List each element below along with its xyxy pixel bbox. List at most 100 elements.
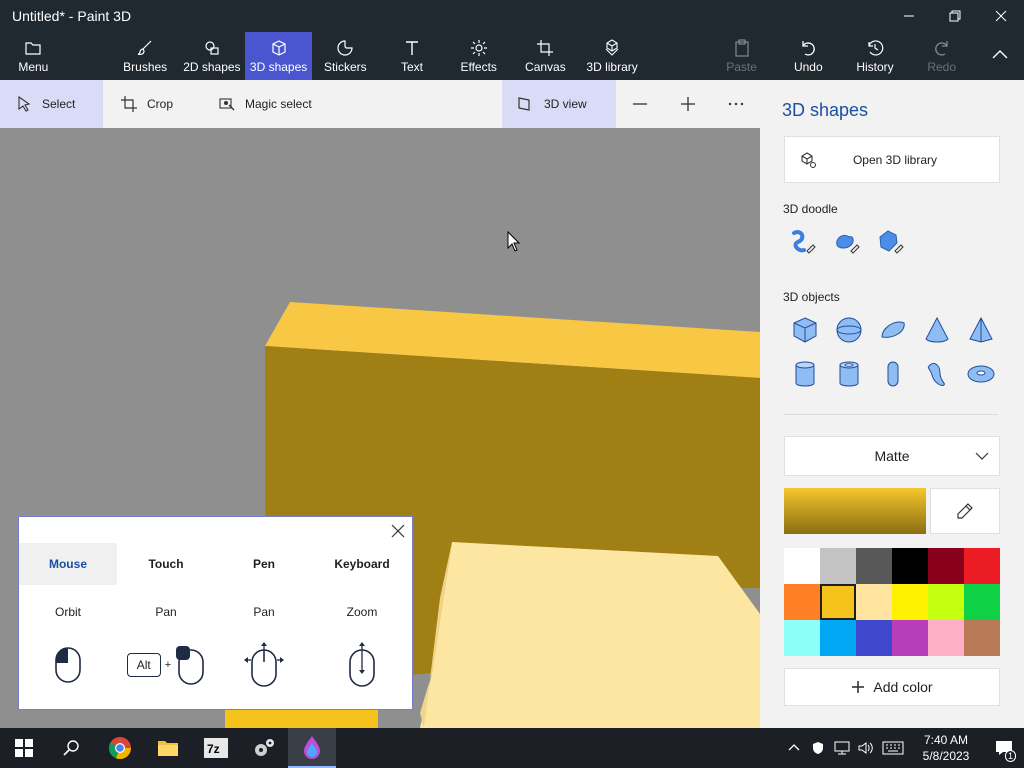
restore-button[interactable] xyxy=(932,0,978,32)
network-tray-icon[interactable] xyxy=(830,728,854,768)
text-tab[interactable]: Text xyxy=(379,32,446,80)
history-button[interactable]: History xyxy=(842,32,909,80)
zoom-out-button[interactable] xyxy=(616,80,664,128)
paste-button[interactable]: Paste xyxy=(708,32,775,80)
current-color-swatch[interactable] xyxy=(784,488,926,534)
color-swatch[interactable] xyxy=(928,584,964,620)
color-swatch[interactable] xyxy=(892,584,928,620)
effects-tab[interactable]: Effects xyxy=(445,32,512,80)
3d-view-toggle[interactable]: 3D view xyxy=(502,80,616,128)
capsule-button[interactable] xyxy=(871,352,915,396)
tube-doodle-button[interactable] xyxy=(868,220,912,264)
color-swatch[interactable] xyxy=(784,620,820,656)
tube-icon xyxy=(839,361,859,387)
volume-tray-icon[interactable] xyxy=(854,728,878,768)
color-swatch[interactable] xyxy=(928,548,964,584)
show-hidden-icons-button[interactable] xyxy=(782,728,806,768)
7zip-taskbar-button[interactable]: 7z xyxy=(192,728,240,768)
pale-box-top[interactable] xyxy=(420,542,760,728)
panel-title: 3D shapes xyxy=(782,100,869,120)
pyramid-button[interactable] xyxy=(959,308,1003,352)
hemisphere-icon xyxy=(881,321,905,338)
select-tool[interactable]: Select xyxy=(0,80,103,128)
color-swatch[interactable] xyxy=(964,548,1000,584)
color-swatch[interactable] xyxy=(784,584,820,620)
sphere-button[interactable] xyxy=(827,308,871,352)
defender-tray-icon[interactable] xyxy=(806,728,830,768)
search-button[interactable] xyxy=(48,728,96,768)
magic-select-tool[interactable]: Magic select xyxy=(203,80,343,128)
color-swatch[interactable] xyxy=(928,620,964,656)
start-button[interactable] xyxy=(0,728,48,768)
brush-icon xyxy=(137,40,152,55)
cube-icon xyxy=(793,317,817,343)
shield-icon xyxy=(813,742,823,754)
paint3d-taskbar-button[interactable] xyxy=(288,728,336,768)
minimize-button[interactable] xyxy=(886,0,932,32)
file-explorer-taskbar-button[interactable] xyxy=(144,728,192,768)
redo-button[interactable]: Redo xyxy=(908,32,975,80)
doodle-tools xyxy=(780,220,920,264)
color-swatch[interactable] xyxy=(856,584,892,620)
help-tab-mouse[interactable]: Mouse xyxy=(19,543,117,585)
alt-key-icon: Alt xyxy=(126,653,161,677)
undo-button[interactable]: Undo xyxy=(775,32,842,80)
hemisphere-button[interactable] xyxy=(871,308,915,352)
color-swatch[interactable] xyxy=(856,548,892,584)
action-center-button[interactable]: 1 xyxy=(984,728,1024,768)
color-swatch[interactable] xyxy=(856,620,892,656)
sharp-edge-doodle-button[interactable] xyxy=(780,220,824,264)
zoom-in-button[interactable] xyxy=(664,80,712,128)
keyboard-tray-icon[interactable] xyxy=(878,728,908,768)
3d-shapes-tab[interactable]: 3D shapes xyxy=(245,32,312,80)
stickers-tab[interactable]: Stickers xyxy=(312,32,379,80)
material-dropdown[interactable]: Matte xyxy=(784,436,1000,476)
help-close-button[interactable] xyxy=(388,521,408,541)
color-swatch[interactable] xyxy=(820,548,856,584)
color-swatch[interactable] xyxy=(964,584,1000,620)
plus-sign: + xyxy=(164,659,172,671)
cube-button[interactable] xyxy=(783,308,827,352)
material-value: Matte xyxy=(874,448,910,464)
small-box[interactable] xyxy=(225,708,378,728)
close-button[interactable] xyxy=(978,0,1024,32)
color-swatch[interactable] xyxy=(892,620,928,656)
clock[interactable]: 7:40 AM 5/8/2023 xyxy=(908,732,984,764)
add-color-button[interactable]: Add color xyxy=(784,668,1000,706)
help-tab-keyboard[interactable]: Keyboard xyxy=(313,543,411,585)
color-swatch[interactable] xyxy=(820,584,856,620)
open-3d-library-button[interactable]: Open 3D library xyxy=(784,136,1000,183)
help-tab-pen[interactable]: Pen xyxy=(215,543,313,585)
cone-button[interactable] xyxy=(915,308,959,352)
color-swatch[interactable] xyxy=(784,548,820,584)
help-tab-touch[interactable]: Touch xyxy=(117,543,215,585)
color-swatch[interactable] xyxy=(892,548,928,584)
3d-view-label: 3D view xyxy=(544,97,587,111)
crop-tool[interactable]: Crop xyxy=(103,80,203,128)
help-action-pan: Pan xyxy=(215,605,313,689)
3d-object-tools xyxy=(783,308,1003,396)
menu-button[interactable]: Menu xyxy=(0,32,67,80)
soft-edge-doodle-button[interactable] xyxy=(824,220,868,264)
2d-shapes-tab[interactable]: 2D shapes xyxy=(179,32,246,80)
settings-taskbar-button[interactable] xyxy=(240,728,288,768)
open-3d-library-label: Open 3D library xyxy=(852,152,938,167)
collapse-ribbon-button[interactable] xyxy=(975,32,1024,80)
brushes-tab[interactable]: Brushes xyxy=(112,32,179,80)
color-swatch[interactable] xyxy=(820,620,856,656)
color-swatch[interactable] xyxy=(964,620,1000,656)
chrome-taskbar-button[interactable] xyxy=(96,728,144,768)
cursor-icon xyxy=(18,96,31,112)
3d-library-tab[interactable]: 3D library xyxy=(579,32,646,80)
cylinder-button[interactable] xyxy=(783,352,827,396)
more-options-button[interactable] xyxy=(712,80,760,128)
canvas-tab[interactable]: Canvas xyxy=(512,32,579,80)
chrome-icon xyxy=(108,737,132,760)
redo-icon xyxy=(934,40,948,56)
orbit-label: Orbit xyxy=(54,605,81,619)
donut-button[interactable] xyxy=(959,352,1003,396)
bent-capsule-button[interactable] xyxy=(915,352,959,396)
plus-icon xyxy=(681,97,695,111)
tube-button[interactable] xyxy=(827,352,871,396)
eyedropper-button[interactable] xyxy=(930,488,1000,534)
